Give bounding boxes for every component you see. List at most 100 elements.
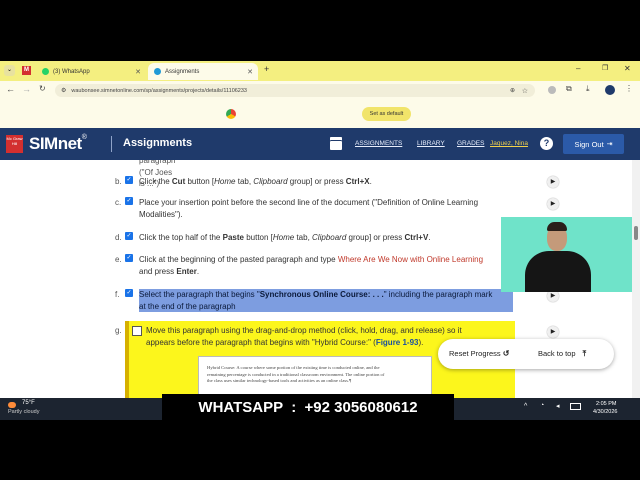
sign-out-button[interactable]: Sign Out ⇥ — [563, 134, 624, 154]
step-b-key: Ctrl+X — [345, 177, 370, 186]
tab-label: Assignments — [165, 68, 200, 75]
step-text: Place your insertion point before the se… — [139, 197, 478, 220]
step-d-em2: Clipboard — [312, 233, 347, 242]
banner-text: WHATSAPP : +92 3056080612 — [198, 398, 418, 416]
new-tab-button[interactable]: + — [264, 64, 269, 74]
step-g-line2-pre: appears before the paragraph that begins… — [146, 337, 376, 347]
play-step-g-icon[interactable]: ▶ — [547, 326, 559, 338]
browser-toolbar: ← → ↻ ⚙ waubonsee.simnetonline.com/sp/as… — [0, 81, 640, 100]
step-b-em1: Home — [214, 177, 236, 186]
play-step-c-icon[interactable]: ▶ — [547, 198, 559, 210]
help-icon[interactable]: ? — [540, 137, 553, 150]
forward-icon[interactable]: → — [22, 84, 31, 94]
back-to-top-label: Back to top — [538, 349, 576, 358]
extension-icon[interactable] — [548, 86, 556, 94]
nav-grades[interactable]: GRADES — [457, 140, 484, 147]
zoom-icon[interactable]: ⊕ — [510, 87, 515, 94]
assignment-instructions: paragraph ("Of Joes is ...") b. ✓ Click … — [0, 160, 632, 398]
mcgraw-hill-logo: Mc Graw Hill — [6, 135, 23, 153]
step-d-kw: Paste — [222, 233, 244, 242]
tray-chevron-icon[interactable]: ^ — [524, 403, 527, 410]
clock-time[interactable]: 2:05 PM — [596, 401, 616, 407]
step-e-end: . — [196, 266, 200, 276]
step-b-post: group] or press — [287, 177, 346, 186]
user-name-link[interactable]: Jaquez, Nina — [490, 140, 528, 147]
windows-taskbar: 75°F Partly cloudy WHATSAPP : +92 305608… — [0, 394, 640, 420]
maximize-icon[interactable]: ❐ — [602, 64, 608, 72]
presenter-body — [525, 251, 591, 292]
profile-avatar[interactable] — [605, 85, 615, 95]
step-c-line2: Modalities"). — [139, 209, 183, 219]
step-letter: b. — [115, 177, 122, 186]
tab-list-menu-icon[interactable]: ⌄ — [4, 65, 15, 76]
close-tab-icon[interactable]: ✕ — [135, 68, 141, 76]
step-f-line2: at the end of the paragraph — [139, 301, 236, 311]
bookmark-star-icon[interactable]: ☆ — [522, 87, 528, 95]
step-d-post: group] or press — [346, 233, 405, 242]
weather-icon — [8, 402, 16, 408]
wifi-icon[interactable]: ◔ — [540, 402, 544, 409]
step-checkbox[interactable]: ✓ — [125, 232, 133, 240]
step-checkbox[interactable]: ✓ — [125, 254, 133, 262]
step-checkbox[interactable]: ✓ — [125, 176, 133, 184]
step-e-key: Enter — [176, 266, 197, 276]
tab-assignments[interactable]: Assignments ✕ — [148, 63, 258, 80]
scrollbar-thumb[interactable] — [634, 226, 638, 240]
back-icon[interactable]: ← — [6, 84, 15, 94]
step-g-line2-post: ). — [418, 337, 424, 347]
address-bar[interactable]: ⚙ waubonsee.simnetonline.com/sp/assignme… — [55, 84, 535, 97]
speaker-icon[interactable]: ◂ — [556, 402, 560, 410]
step-text: Click at the beginning of the pasted par… — [139, 254, 483, 277]
step-text: Click the Cut button [Home tab, Clipboar… — [139, 176, 372, 188]
step-letter: f. — [115, 290, 120, 299]
extensions-puzzle-icon[interactable]: ⧉ — [566, 84, 572, 94]
step-e-line1-pre: Click at the beginning of the pasted par… — [139, 255, 338, 264]
whatsapp-number-banner: WHATSAPP : +92 3056080612 — [162, 394, 454, 420]
clock-date[interactable]: 4/30/2026 — [593, 409, 617, 415]
reset-progress-button[interactable]: Reset Progress ↺ — [449, 349, 509, 358]
set-as-default-button[interactable]: Set as default — [362, 107, 411, 121]
nav-assignments[interactable]: ASSIGNMENTS — [355, 140, 402, 147]
calendar-icon[interactable] — [330, 137, 342, 150]
downloads-icon[interactable]: ⤓ — [586, 84, 590, 94]
step-f-kw: Synchronous Online Course: . . . — [259, 290, 384, 299]
step-checkbox[interactable]: ✓ — [125, 197, 133, 205]
page-scrollbar[interactable] — [632, 160, 640, 398]
minimize-icon[interactable]: – — [576, 64, 580, 73]
reset-progress-label: Reset Progress — [449, 349, 501, 358]
step-b-pre: Click the — [139, 177, 172, 186]
sign-out-icon: ⇥ — [606, 141, 613, 148]
floating-progress-panel: Reset Progress ↺ Back to top ⤒ — [438, 339, 614, 369]
play-step-b-icon[interactable]: ▶ — [547, 176, 559, 188]
browser-tab-bar: ⌄ M (3) WhatsApp ✕ Assignments ✕ + – ❐ ✕ — [0, 61, 640, 81]
nav-library[interactable]: LIBRARY — [417, 140, 445, 147]
battery-icon[interactable] — [570, 403, 581, 410]
app-logo-icon: M — [22, 66, 31, 75]
site-info-icon[interactable]: ⚙ — [61, 87, 66, 94]
back-to-top-button[interactable]: Back to top ⤒ — [538, 349, 586, 359]
sign-out-label: Sign Out — [574, 139, 604, 149]
tab-whatsapp[interactable]: (3) WhatsApp ✕ — [36, 63, 146, 80]
step-d-mid: button [ — [243, 233, 273, 242]
step-d-mid2: tab, — [294, 233, 313, 242]
weather-description[interactable]: Partly cloudy — [8, 409, 40, 415]
step-b-mid2: tab, — [235, 177, 254, 186]
page-title: Assignments — [123, 137, 193, 149]
step-b-kw: Cut — [171, 177, 186, 186]
step-b-end: . — [369, 177, 372, 186]
simnet-logo: SIMnet® — [29, 134, 87, 154]
step-checkbox[interactable]: ✓ — [125, 289, 133, 297]
registered-mark: ® — [81, 134, 87, 141]
step-checkbox-unchecked[interactable] — [132, 326, 142, 336]
close-window-icon[interactable]: ✕ — [624, 64, 631, 73]
step-letter: e. — [115, 255, 122, 264]
weather-temp[interactable]: 75°F — [22, 400, 35, 406]
step-d-pre: Click the top half of the — [139, 233, 223, 242]
figure-link[interactable]: Figure 1-93 — [376, 338, 419, 347]
close-tab-icon[interactable]: ✕ — [247, 68, 253, 76]
figure-line: the class uses similar technology-based … — [207, 378, 352, 383]
reload-icon[interactable]: ↻ — [39, 84, 46, 93]
step-text: Click the top half of the Paste button [… — [139, 232, 431, 244]
browser-menu-icon[interactable]: ⋮ — [625, 84, 633, 93]
step-d-key: Ctrl+V — [404, 233, 429, 242]
